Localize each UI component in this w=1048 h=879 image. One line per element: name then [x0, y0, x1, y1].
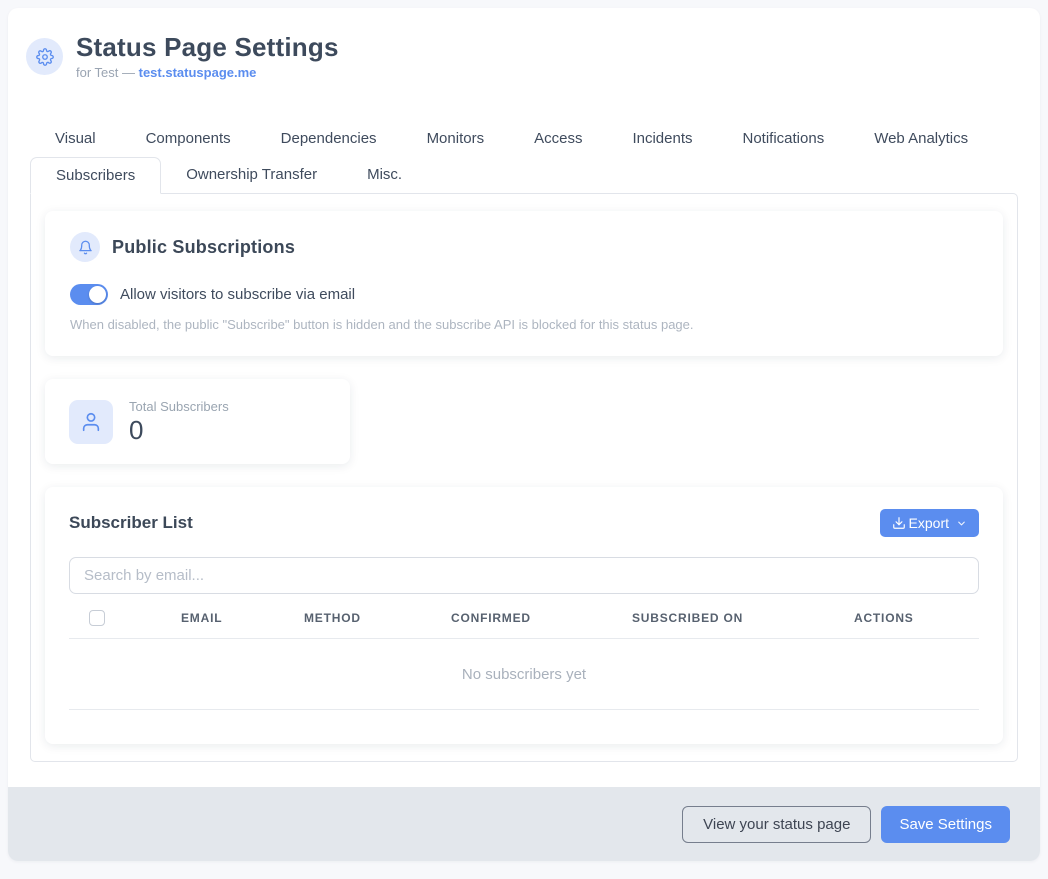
- column-header-actions: ACTIONS: [854, 611, 979, 625]
- tab-monitors[interactable]: Monitors: [402, 124, 510, 153]
- settings-tabs: Visual Components Dependencies Monitors …: [30, 124, 1018, 193]
- export-button[interactable]: Export: [880, 509, 979, 537]
- toggle-knob: [89, 286, 106, 303]
- select-all-checkbox[interactable]: [89, 610, 105, 626]
- view-status-page-button[interactable]: View your status page: [682, 806, 871, 843]
- public-subscriptions-card: Public Subscriptions Allow visitors to s…: [45, 211, 1003, 356]
- tab-web-analytics[interactable]: Web Analytics: [849, 124, 993, 153]
- subscribe-toggle-row: Allow visitors to subscribe via email: [70, 284, 978, 305]
- stat-value: 0: [129, 416, 229, 444]
- subscriber-list-card: Subscriber List Export EMAIL METHOD CONF…: [45, 487, 1003, 744]
- gear-icon: [26, 38, 63, 75]
- tab-row-2: Subscribers Ownership Transfer Misc.: [30, 157, 1018, 193]
- tab-visual[interactable]: Visual: [30, 124, 121, 153]
- tab-row-1: Visual Components Dependencies Monitors …: [30, 124, 1018, 153]
- subscriber-list-title: Subscriber List: [69, 513, 193, 533]
- search-input[interactable]: [69, 557, 979, 594]
- tab-incidents[interactable]: Incidents: [607, 124, 717, 153]
- footer-action-bar: View your status page Save Settings: [8, 787, 1040, 861]
- total-subscribers-card: Total Subscribers 0: [45, 379, 350, 464]
- table-tail-spacer: [69, 710, 979, 732]
- subscriber-list-header: Subscriber List Export: [69, 509, 979, 537]
- tab-components[interactable]: Components: [121, 124, 256, 153]
- export-button-label: Export: [909, 515, 949, 531]
- tab-subscribers[interactable]: Subscribers: [30, 157, 161, 194]
- tab-misc[interactable]: Misc.: [342, 157, 427, 193]
- bell-icon: [70, 232, 100, 262]
- public-subscriptions-title: Public Subscriptions: [112, 237, 295, 258]
- page-title: Status Page Settings: [76, 32, 339, 62]
- public-subscriptions-header: Public Subscriptions: [70, 232, 978, 262]
- page-header-text: Status Page Settings for Test — test.sta…: [76, 32, 339, 80]
- tab-notifications[interactable]: Notifications: [718, 124, 850, 153]
- subscriber-table-header: EMAIL METHOD CONFIRMED SUBSCRIBED ON ACT…: [69, 610, 979, 639]
- stat-label: Total Subscribers: [129, 399, 229, 414]
- tab-ownership-transfer[interactable]: Ownership Transfer: [161, 157, 342, 193]
- save-settings-button[interactable]: Save Settings: [881, 806, 1010, 843]
- empty-state-message: No subscribers yet: [69, 639, 979, 710]
- subscribe-toggle-label: Allow visitors to subscribe via email: [120, 286, 355, 303]
- page-subtitle: for Test — test.statuspage.me: [76, 65, 339, 80]
- column-header-subscribed-on: SUBSCRIBED ON: [632, 611, 854, 625]
- user-icon: [69, 400, 113, 444]
- subscribe-toggle-hint: When disabled, the public "Subscribe" bu…: [70, 317, 978, 332]
- chevron-down-icon: [956, 518, 967, 529]
- status-page-settings-card: Status Page Settings for Test — test.sta…: [8, 8, 1040, 861]
- column-header-method: METHOD: [304, 611, 451, 625]
- tab-access[interactable]: Access: [509, 124, 607, 153]
- column-header-confirmed: CONFIRMED: [451, 611, 632, 625]
- subtitle-prefix: for Test —: [76, 65, 139, 80]
- subscribers-tab-panel: Public Subscriptions Allow visitors to s…: [30, 193, 1018, 762]
- page-header: Status Page Settings for Test — test.sta…: [8, 8, 1040, 80]
- download-icon: [892, 516, 906, 530]
- total-subscribers-stat: Total Subscribers 0: [129, 399, 229, 444]
- subscribe-toggle[interactable]: [70, 284, 108, 305]
- subscriber-table: EMAIL METHOD CONFIRMED SUBSCRIBED ON ACT…: [69, 610, 979, 732]
- status-page-link[interactable]: test.statuspage.me: [139, 65, 257, 80]
- tab-dependencies[interactable]: Dependencies: [256, 124, 402, 153]
- column-header-email: EMAIL: [181, 611, 304, 625]
